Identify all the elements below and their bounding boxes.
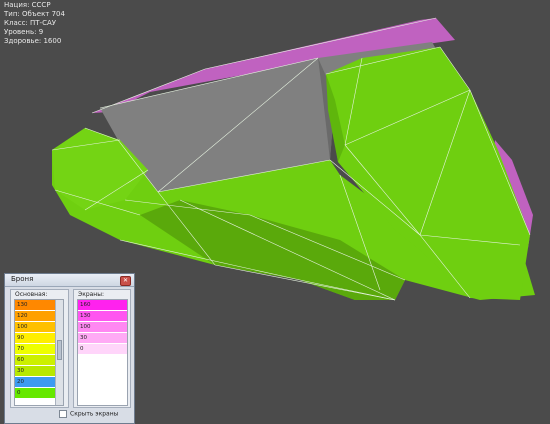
base-armor-row[interactable]: 130 <box>15 300 55 311</box>
base-armor-row[interactable]: 0 <box>15 388 55 399</box>
hide-screens-checkbox[interactable] <box>59 410 67 418</box>
base-armor-row[interactable]: 60 <box>15 355 55 366</box>
base-armor-row[interactable]: 120 <box>15 311 55 322</box>
base-list-scrollbar[interactable] <box>55 300 63 405</box>
base-armor-row[interactable]: 90 <box>15 333 55 344</box>
level-text: Уровень: 9 <box>4 28 44 36</box>
screen-armor-row[interactable]: 160 <box>78 300 127 311</box>
base-armor-row[interactable]: 20 <box>15 377 55 388</box>
armor-window: Броня ✕ Основная: 130 120 100 90 70 60 30 20 0 Э… <box>4 273 135 424</box>
base-armor-panel: Основная: 130 120 100 90 70 60 30 20 0 <box>10 289 69 408</box>
scroll-thumb[interactable] <box>57 340 62 360</box>
hide-screens-row[interactable]: Скрыть экраны <box>59 410 118 418</box>
base-armor-list[interactable]: 130 120 100 90 70 60 30 20 0 <box>14 299 64 406</box>
screen-armor-row[interactable]: 100 <box>78 322 127 333</box>
close-icon[interactable]: ✕ <box>120 276 131 286</box>
screen-armor-row[interactable]: 130 <box>78 311 127 322</box>
tank-info-overlay: Нация: СССР Тип: Объект 704 Класс: ПТ-СА… <box>4 1 65 46</box>
screen-armor-list[interactable]: 160 130 100 30 0 <box>77 299 128 406</box>
class-text: Класс: ПТ-САУ <box>4 19 57 27</box>
armor-window-title: Броня <box>11 275 34 283</box>
armor-window-titlebar[interactable]: Броня ✕ <box>5 274 134 287</box>
base-armor-label: Основная: <box>15 291 48 298</box>
hide-screens-label: Скрыть экраны <box>70 410 119 418</box>
type-text: Тип: Объект 704 <box>4 10 65 18</box>
screen-armor-panel: Экраны: 160 130 100 30 0 <box>73 289 131 408</box>
health-text: Здоровье: 1600 <box>4 37 62 45</box>
base-armor-row[interactable]: 100 <box>15 322 55 333</box>
base-armor-row[interactable]: 30 <box>15 366 55 377</box>
screen-armor-row[interactable]: 30 <box>78 333 127 344</box>
screen-armor-label: Экраны: <box>78 291 104 298</box>
screen-armor-row[interactable]: 0 <box>78 344 127 355</box>
nation-text: Нация: СССР <box>4 1 51 9</box>
base-armor-row[interactable]: 70 <box>15 344 55 355</box>
